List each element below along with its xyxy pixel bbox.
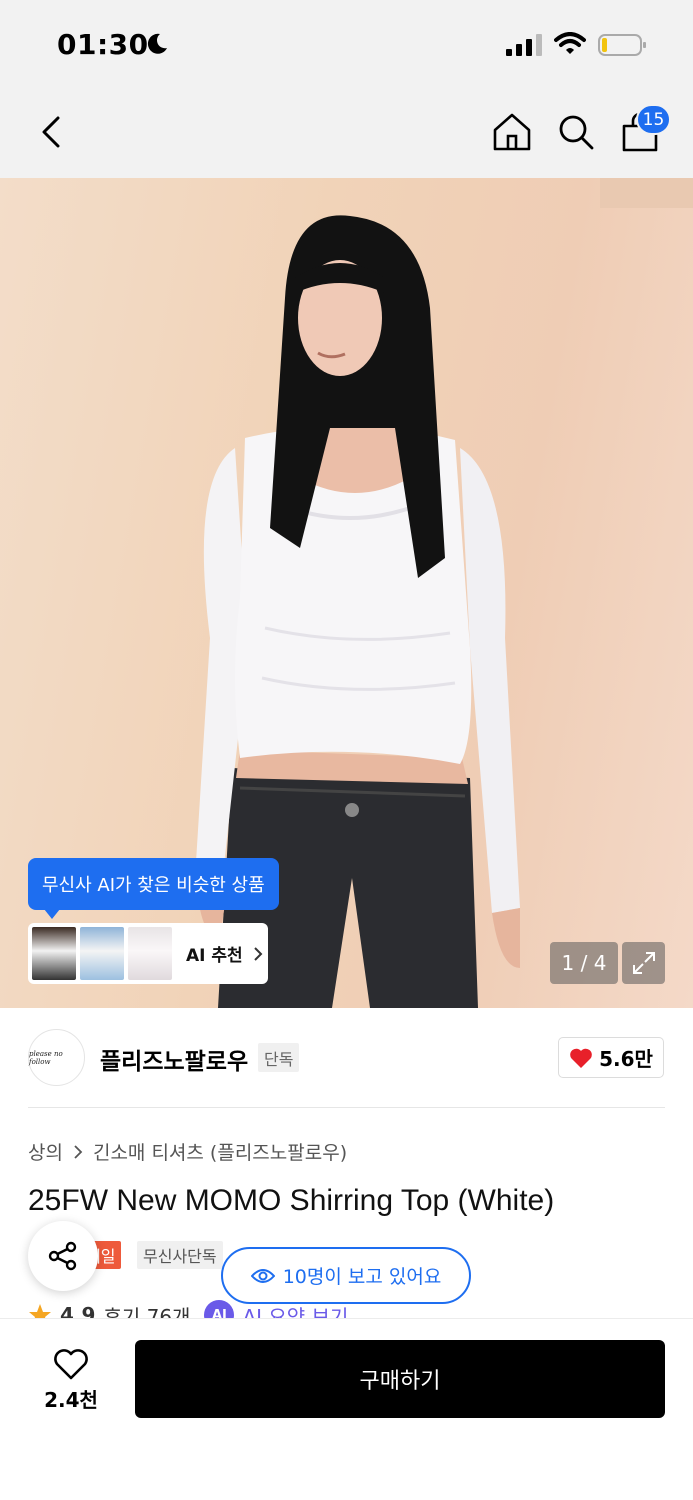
battery-icon [598, 34, 646, 56]
wifi-icon [554, 32, 586, 54]
breadcrumb: 상의 긴소매 티셔츠 (플리즈노팔로우) [28, 1138, 347, 1165]
status-time: 01:30 [57, 28, 149, 61]
ai-thumb-1[interactable] [32, 927, 76, 980]
wishlist-count: 2.4천 [44, 1387, 98, 1412]
star-icon [29, 1304, 51, 1318]
status-bar: 01:30 [0, 0, 693, 88]
ai-thumb-2[interactable] [80, 927, 124, 980]
review-count[interactable]: 후기 76개 [103, 1301, 190, 1319]
chevron-right-icon [74, 1144, 83, 1159]
ai-reco-label[interactable]: AI 추천 [186, 941, 243, 966]
cart-count-badge: 15 [636, 104, 671, 135]
breadcrumb-subcategory[interactable]: 긴소매 티셔츠 (플리즈노팔로우) [93, 1138, 347, 1165]
nav-bar [0, 88, 693, 178]
ai-badge: AI [204, 1300, 235, 1318]
chevron-right-icon [253, 946, 263, 961]
brand-like-button[interactable]: 5.6만 [558, 1037, 664, 1078]
ai-recommend-card[interactable]: AI 추천 [28, 923, 268, 984]
signal-icon [506, 34, 542, 56]
eye-icon [250, 1268, 275, 1283]
image-page-counter: 1 / 4 [550, 942, 618, 984]
back-arrow-icon[interactable] [34, 110, 68, 154]
buy-button[interactable]: 구매하기 [135, 1340, 665, 1418]
share-icon [48, 1241, 77, 1271]
ai-summary-link[interactable]: AI 요약 보기 [242, 1301, 348, 1319]
home-icon[interactable] [490, 110, 534, 154]
brand-exclusive-tag: 단독 [258, 1043, 300, 1072]
ai-similar-tooltip: 무신사 AI가 찾은 비슷한 상품 [28, 858, 279, 919]
brand-logo[interactable]: please no follow [28, 1029, 85, 1086]
moon-icon [147, 33, 167, 54]
ai-thumb-3[interactable] [128, 927, 172, 980]
expand-icon [632, 952, 655, 974]
wishlist-button[interactable]: 2.4천 [28, 1340, 114, 1420]
brand-name[interactable]: 플리즈노팔로우 [100, 1042, 248, 1076]
search-icon[interactable] [556, 110, 596, 154]
breadcrumb-category[interactable]: 상의 [28, 1138, 63, 1165]
brand-like-count: 5.6만 [599, 1047, 653, 1071]
product-image[interactable]: 무신사 AI가 찾은 비슷한 상품 AI 추천 1 / 4 [0, 178, 693, 1008]
brand-logo-text: please no follow [29, 1049, 63, 1066]
heart-outline-icon [54, 1348, 88, 1379]
divider [28, 1107, 665, 1108]
viewers-text: 10명이 보고 있어요 [282, 1266, 442, 1288]
musinsa-exclusive-tag: 무신사단독 [137, 1241, 223, 1269]
rating-row: 4.9 후기 76개 AI AI 요약 보기 [0, 1296, 693, 1318]
rating-value: 4.9 [60, 1303, 96, 1318]
product-title: 25FW New MOMO Shirring Top (White) [28, 1184, 555, 1217]
expand-image-button[interactable] [622, 942, 665, 984]
share-button[interactable] [28, 1221, 98, 1291]
heart-filled-icon [570, 1048, 592, 1068]
